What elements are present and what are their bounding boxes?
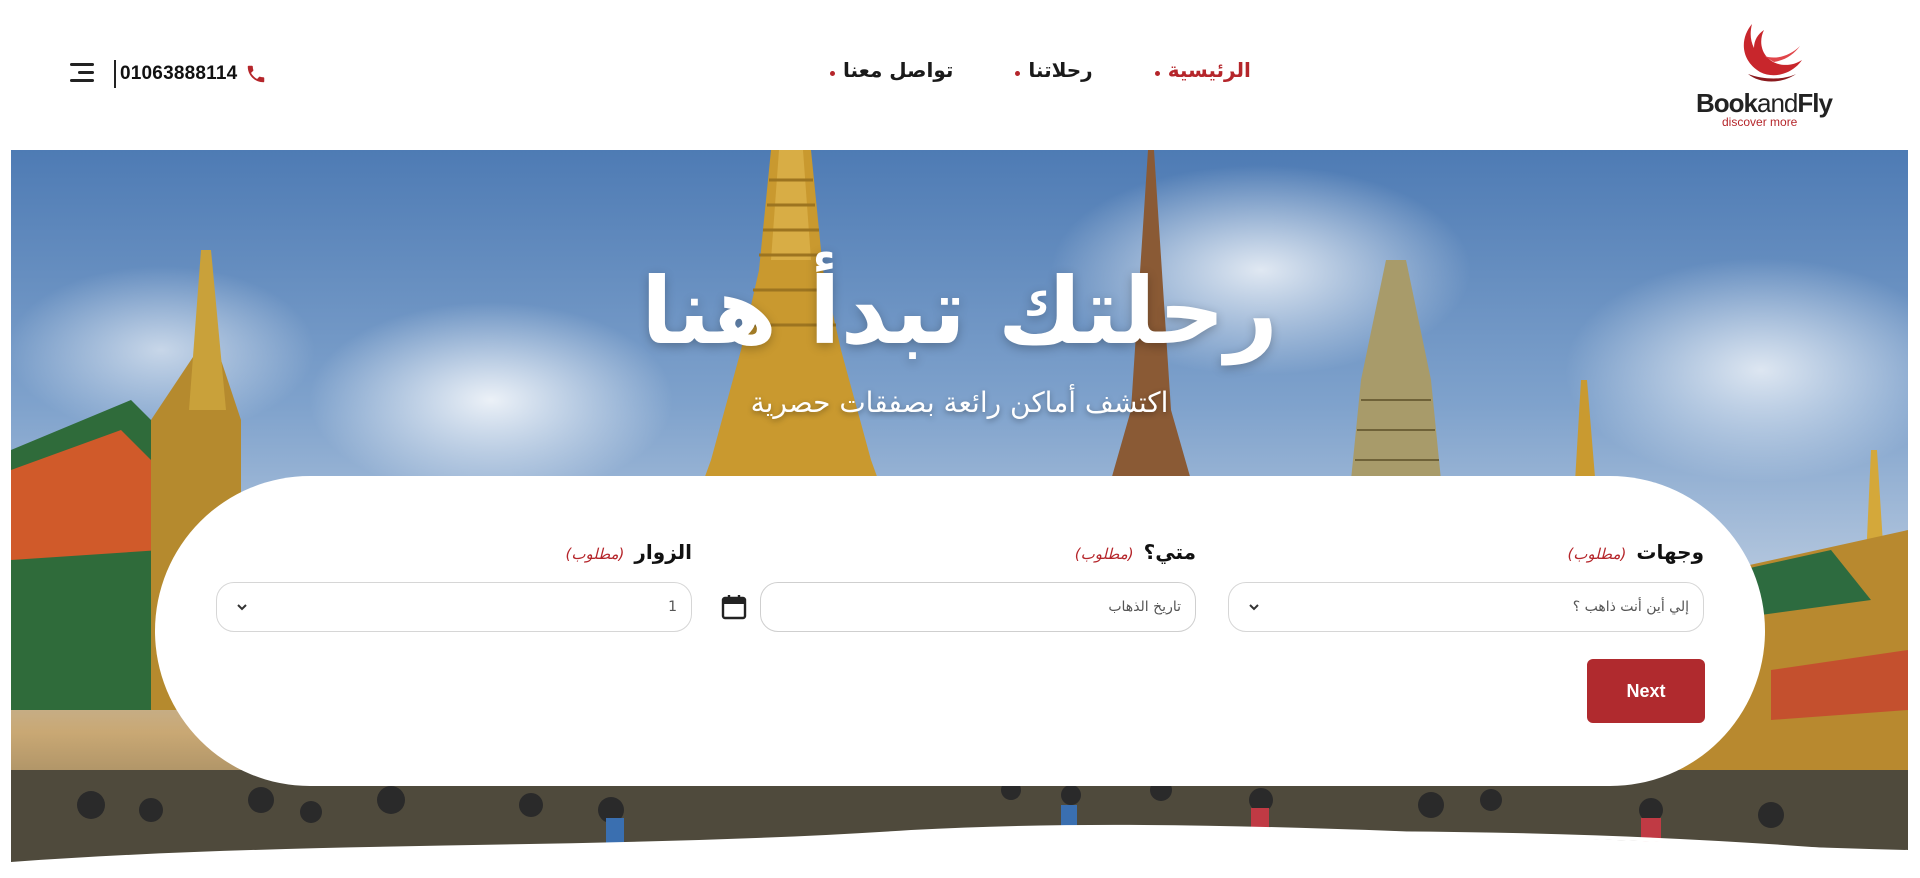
visitors-value: 1 — [668, 599, 677, 615]
required-note: (مطلوب) — [1567, 545, 1627, 563]
visitors-label: الزوار (مطلوب) — [565, 540, 693, 564]
nav-item-label: الرئيسية — [1167, 58, 1251, 82]
required-note: (مطلوب) — [565, 545, 625, 563]
destination-placeholder: إلي أين أنت ذاهب ؟ — [1572, 599, 1689, 615]
hamburger-menu-icon[interactable] — [70, 60, 98, 84]
nav-item-label: رحلاتنا — [1028, 58, 1093, 82]
date-label: متي؟ (مطلوب) — [1074, 540, 1196, 564]
logo-tagline: discover more — [1722, 115, 1798, 129]
hero-title: رحلتك تبدأ هنا — [641, 258, 1278, 365]
site-header: 01063888114 الرئيسية رحلاتنا تواصل معنا … — [0, 0, 1920, 148]
calendar-icon[interactable] — [721, 594, 747, 620]
nav-item-home[interactable]: الرئيسية — [1154, 58, 1251, 82]
nav-dot-icon — [830, 70, 835, 76]
phone-number[interactable]: 01063888114 — [120, 63, 237, 85]
nav-item-label: تواصل معنا — [843, 58, 954, 82]
bird-logo-icon — [1743, 24, 1802, 82]
date-placeholder: تاريخ الذهاب — [1108, 599, 1181, 615]
phone-icon — [248, 65, 265, 83]
required-note: (مطلوب) — [1074, 545, 1134, 563]
nav-item-contact[interactable]: تواصل معنا — [830, 58, 953, 82]
main-nav: الرئيسية رحلاتنا تواصل معنا — [830, 58, 1251, 82]
date-input[interactable]: تاريخ الذهاب — [760, 582, 1196, 632]
search-card: وجهات (مطلوب) إلي أين أنت ذاهب ؟ متي؟ (م… — [155, 476, 1765, 786]
chevron-down-icon — [1249, 604, 1259, 611]
visitors-select[interactable]: 1 — [216, 582, 692, 632]
next-button[interactable]: Next — [1587, 659, 1705, 723]
destination-label: وجهات (مطلوب) — [1567, 540, 1704, 564]
destination-select[interactable]: إلي أين أنت ذاهب ؟ — [1228, 582, 1704, 632]
brand-logo[interactable]: BookandFly discover more — [1690, 20, 1833, 130]
nav-item-trips[interactable]: رحلاتنا — [1015, 58, 1093, 82]
nav-dot-icon — [1154, 70, 1160, 76]
chevron-down-icon — [237, 604, 247, 611]
hero-subtitle: اكتشف أماكن رائعة بصفقات حصرية — [750, 386, 1169, 419]
phone-contact[interactable]: 01063888114 — [114, 60, 267, 88]
nav-dot-icon — [1015, 70, 1021, 76]
